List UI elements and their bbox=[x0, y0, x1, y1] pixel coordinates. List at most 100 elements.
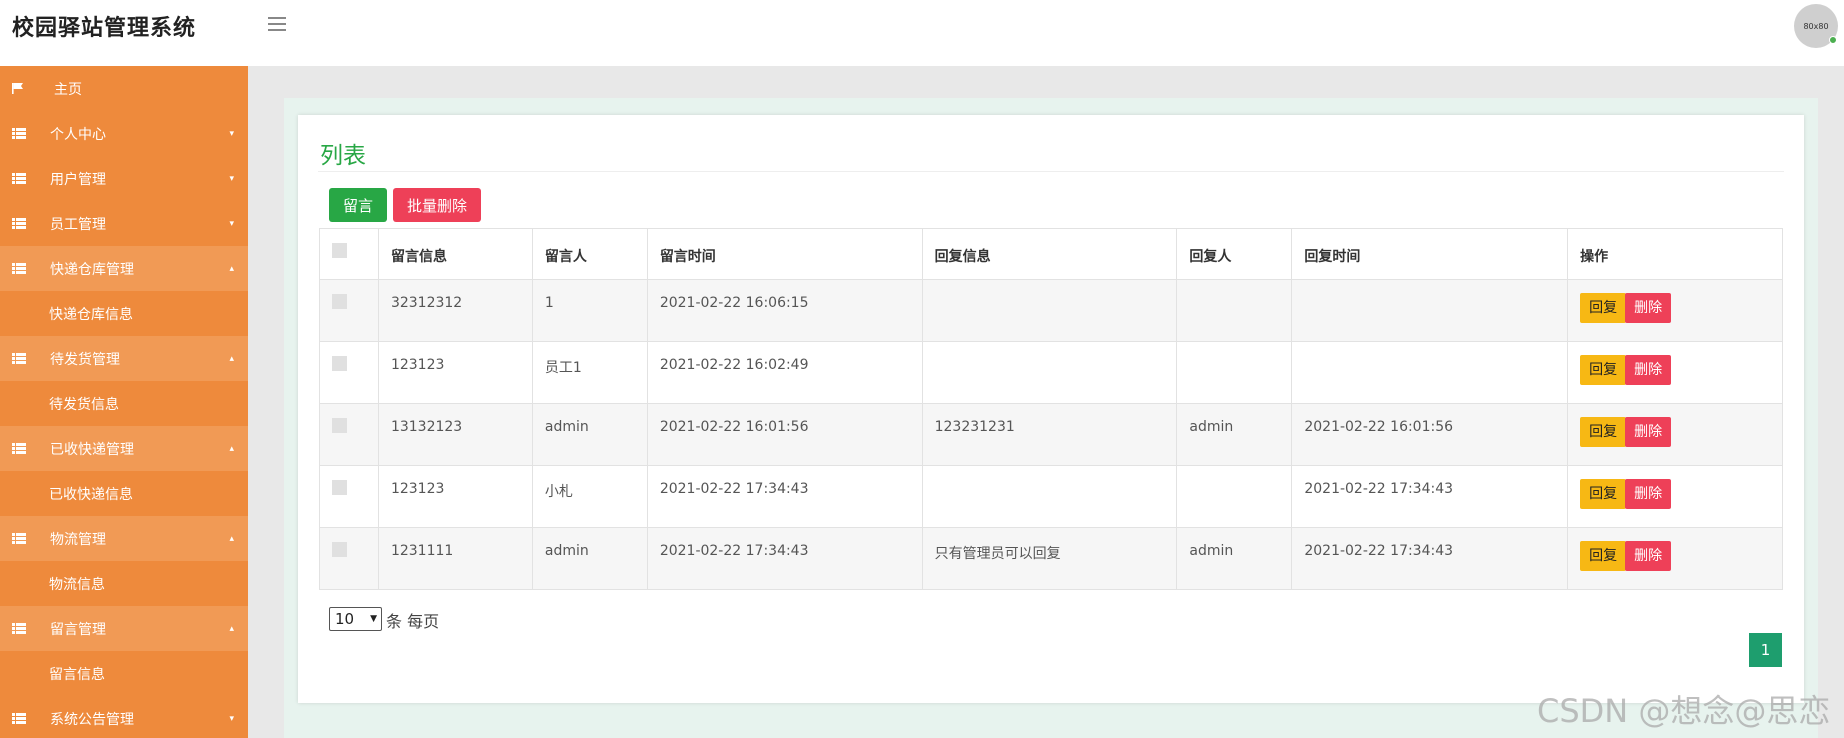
page-size-select[interactable]: 10 ▼ bbox=[329, 607, 382, 631]
table-cell bbox=[1176, 279, 1293, 342]
sidebar-item-label: 用户管理 bbox=[50, 171, 106, 188]
delete-button[interactable]: 删除 bbox=[1625, 417, 1672, 447]
table-cell: 2021-02-22 17:34:43 bbox=[1291, 527, 1569, 590]
reply-button[interactable]: 回复 bbox=[1580, 293, 1627, 323]
table-cell bbox=[1176, 341, 1293, 404]
sidebar-subitem[interactable]: 快递仓库信息 bbox=[0, 291, 248, 336]
table-cell: 1 bbox=[531, 279, 648, 342]
row-checkbox[interactable] bbox=[332, 294, 347, 309]
table-cell: 2021-02-22 16:02:49 bbox=[646, 341, 923, 404]
column-header: 留言时间 bbox=[646, 228, 923, 280]
sidebar-item-label: 已收快递管理 bbox=[50, 441, 134, 458]
table-cell: 只有管理员可以回复 bbox=[921, 527, 1178, 590]
row-checkbox[interactable] bbox=[332, 356, 347, 371]
sidebar-item[interactable]: 主页 bbox=[0, 66, 248, 111]
grid-icon bbox=[12, 263, 26, 274]
table-cell: 123123 bbox=[377, 465, 533, 528]
reply-button[interactable]: 回复 bbox=[1580, 479, 1627, 509]
chevron-up-icon: ▴ bbox=[229, 264, 234, 274]
pagination-page-button[interactable]: 1 bbox=[1749, 633, 1782, 667]
delete-button[interactable]: 删除 bbox=[1625, 479, 1672, 509]
table-cell: 2021-02-22 17:34:43 bbox=[646, 527, 923, 590]
table-cell bbox=[1291, 279, 1569, 342]
actions-cell: 回复 删除 bbox=[1567, 403, 1783, 466]
actions-cell: 回复 删除 bbox=[1567, 341, 1783, 404]
column-header: 回复时间 bbox=[1291, 228, 1569, 280]
watermark: CSDN @想念@思恋 bbox=[1537, 692, 1831, 730]
sidebar-item[interactable]: 留言管理 ▴ bbox=[0, 606, 248, 651]
sidebar-item[interactable]: 物流管理 ▴ bbox=[0, 516, 248, 561]
table-cell: 2021-02-22 16:01:56 bbox=[646, 403, 923, 466]
row-checkbox[interactable] bbox=[332, 480, 347, 495]
reply-button[interactable]: 回复 bbox=[1580, 355, 1627, 385]
table-cell: 123231231 bbox=[921, 403, 1178, 466]
table-header-row: 留言信息 留言人 留言时间 回复信息 回复人 回复时间 操作 bbox=[319, 228, 1783, 280]
table-row: 13132123 admin 2021-02-22 16:01:56 12323123… bbox=[319, 403, 1783, 466]
column-header: 留言信息 bbox=[377, 228, 533, 280]
sidebar-item[interactable]: 员工管理 ▾ bbox=[0, 201, 248, 246]
table-cell: 123123 bbox=[377, 341, 533, 404]
chevron-down-icon: ▾ bbox=[229, 219, 234, 229]
sidebar-item-label: 待发货管理 bbox=[50, 351, 120, 368]
table-cell: 32312312 bbox=[377, 279, 533, 342]
chevron-up-icon: ▴ bbox=[229, 354, 234, 364]
grid-icon bbox=[12, 173, 26, 184]
row-checkbox-cell bbox=[319, 527, 379, 590]
row-checkbox-cell bbox=[319, 465, 379, 528]
sidebar-subitem[interactable]: 物流信息 bbox=[0, 561, 248, 606]
table-cell: 2021-02-22 16:01:56 bbox=[1291, 403, 1569, 466]
table-cell bbox=[1176, 465, 1293, 528]
page-title: 列表 bbox=[320, 143, 366, 169]
chevron-down-icon: ▾ bbox=[229, 714, 234, 724]
sidebar-subitem[interactable]: 待发货信息 bbox=[0, 381, 248, 426]
sidebar-item-label: 快递仓库管理 bbox=[50, 261, 134, 278]
table-cell: 2021-02-22 16:06:15 bbox=[646, 279, 923, 342]
sidebar-item[interactable]: 个人中心 ▾ bbox=[0, 111, 248, 156]
menu-toggle-icon[interactable] bbox=[268, 17, 286, 31]
add-message-button[interactable]: 留言 bbox=[329, 188, 387, 222]
reply-button[interactable]: 回复 bbox=[1580, 417, 1627, 447]
app-title: 校园驿站管理系统 bbox=[12, 16, 197, 41]
sidebar-item-label: 留言管理 bbox=[50, 621, 106, 638]
table-cell: 小札 bbox=[531, 465, 648, 528]
sidebar-item[interactable]: 系统公告管理 ▾ bbox=[0, 696, 248, 738]
chevron-up-icon: ▴ bbox=[229, 444, 234, 454]
online-status-dot bbox=[1829, 36, 1837, 44]
table-cell: 2021-02-22 17:34:43 bbox=[1291, 465, 1569, 528]
row-checkbox[interactable] bbox=[332, 542, 347, 557]
row-checkbox-cell bbox=[319, 279, 379, 342]
reply-button[interactable]: 回复 bbox=[1580, 541, 1627, 571]
row-checkbox-cell bbox=[319, 341, 379, 404]
delete-button[interactable]: 删除 bbox=[1625, 293, 1672, 323]
sidebar-subitem[interactable]: 留言信息 bbox=[0, 651, 248, 696]
top-bar: 校园驿站管理系统 80x80 bbox=[0, 0, 1844, 66]
batch-delete-button[interactable]: 批量删除 bbox=[393, 188, 481, 222]
title-divider bbox=[318, 171, 1784, 172]
delete-button[interactable]: 删除 bbox=[1625, 541, 1672, 571]
sidebar-item[interactable]: 用户管理 ▾ bbox=[0, 156, 248, 201]
column-header: 操作 bbox=[1567, 228, 1783, 280]
table-row: 123123 员工1 2021-02-22 16:02:49 回复 删除 bbox=[319, 341, 1783, 404]
grid-icon bbox=[12, 533, 26, 544]
actions-cell: 回复 删除 bbox=[1567, 279, 1783, 342]
delete-button[interactable]: 删除 bbox=[1625, 355, 1672, 385]
grid-icon bbox=[12, 443, 26, 454]
sidebar: 主页 个人中心 ▾ 用户管理 ▾ 员工管理 ▾ 快递仓库管理 ▴ 快递仓库信息 待发货管理 ▴ 待发货信… bbox=[0, 66, 248, 738]
table-cell bbox=[921, 341, 1178, 404]
chevron-up-icon: ▴ bbox=[229, 624, 234, 634]
table-row: 32312312 1 2021-02-22 16:06:15 回复 删除 bbox=[319, 279, 1783, 342]
grid-icon bbox=[12, 353, 26, 364]
table-cell: 13132123 bbox=[377, 403, 533, 466]
chevron-up-icon: ▴ bbox=[229, 534, 234, 544]
select-all-checkbox[interactable] bbox=[332, 243, 347, 258]
sidebar-subitem[interactable]: 已收快递信息 bbox=[0, 471, 248, 516]
table-cell: admin bbox=[531, 403, 648, 466]
sidebar-item-label: 个人中心 bbox=[50, 126, 106, 143]
sidebar-item[interactable]: 待发货管理 ▴ bbox=[0, 336, 248, 381]
chevron-down-icon: ▾ bbox=[229, 174, 234, 184]
row-checkbox[interactable] bbox=[332, 418, 347, 433]
column-header: 回复信息 bbox=[921, 228, 1178, 280]
sidebar-item[interactable]: 快递仓库管理 ▴ bbox=[0, 246, 248, 291]
sidebar-item[interactable]: 已收快递管理 ▴ bbox=[0, 426, 248, 471]
table-cell bbox=[1291, 341, 1569, 404]
